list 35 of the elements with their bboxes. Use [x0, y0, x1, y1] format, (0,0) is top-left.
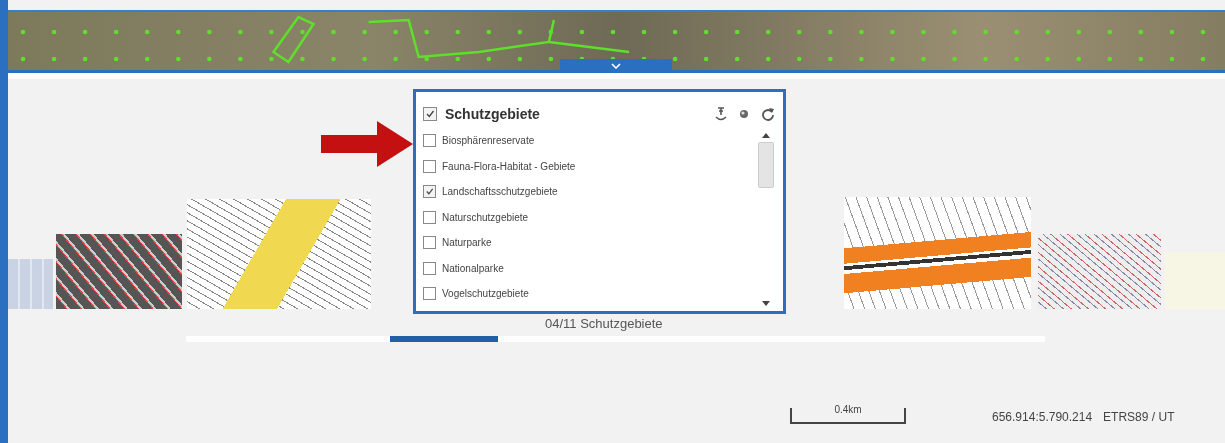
chevron-down-icon — [611, 63, 621, 69]
map-thumbnail[interactable] — [8, 259, 53, 309]
map-thumbnail[interactable] — [844, 197, 1031, 309]
layer-item[interactable]: Biosphärenreservate — [423, 128, 757, 154]
checkbox[interactable] — [423, 185, 436, 199]
scroll-up-icon[interactable] — [762, 132, 770, 138]
pin-icon[interactable] — [715, 107, 727, 121]
scroll-down-icon[interactable] — [762, 301, 770, 307]
check-icon — [425, 187, 434, 197]
map-thumbnail[interactable] — [1038, 234, 1161, 309]
checkbox[interactable] — [423, 159, 436, 173]
coordinates: 656.914:5.790.214 — [992, 410, 1093, 424]
checkbox[interactable] — [423, 287, 436, 301]
layer-item[interactable]: Fauna-Flora-Habitat - Gebiete — [423, 153, 757, 179]
crs-label: ETRS89 / UT — [1103, 410, 1175, 424]
refresh-icon[interactable] — [761, 107, 775, 121]
panel-title: Schutzgebiete — [445, 106, 541, 122]
checkbox[interactable] — [423, 107, 437, 121]
layer-item[interactable]: Landschaftsschutzgebiete — [423, 179, 757, 205]
checkbox[interactable] — [423, 236, 436, 250]
layer-item[interactable]: Naturschutzgebiete — [423, 204, 757, 230]
checkbox[interactable] — [423, 210, 436, 224]
circle-icon[interactable] — [739, 109, 749, 119]
layer-item[interactable]: Naturparke — [423, 230, 757, 256]
carousel-caption: 04/11 Schutzgebiete — [545, 316, 664, 331]
arrow-icon — [321, 121, 413, 167]
map-thumbnail[interactable] — [56, 234, 182, 309]
layer-item[interactable]: Nationalparke — [423, 255, 757, 281]
checkbox[interactable] — [423, 261, 436, 275]
layer-item[interactable]: Vogelschutzgebiete — [423, 281, 757, 307]
map-thumbnail[interactable] — [187, 199, 371, 309]
carousel-scrollbar[interactable] — [186, 336, 1045, 342]
check-icon — [425, 109, 435, 119]
scrollbar-thumb[interactable] — [758, 142, 774, 188]
checkbox[interactable] — [423, 134, 436, 148]
